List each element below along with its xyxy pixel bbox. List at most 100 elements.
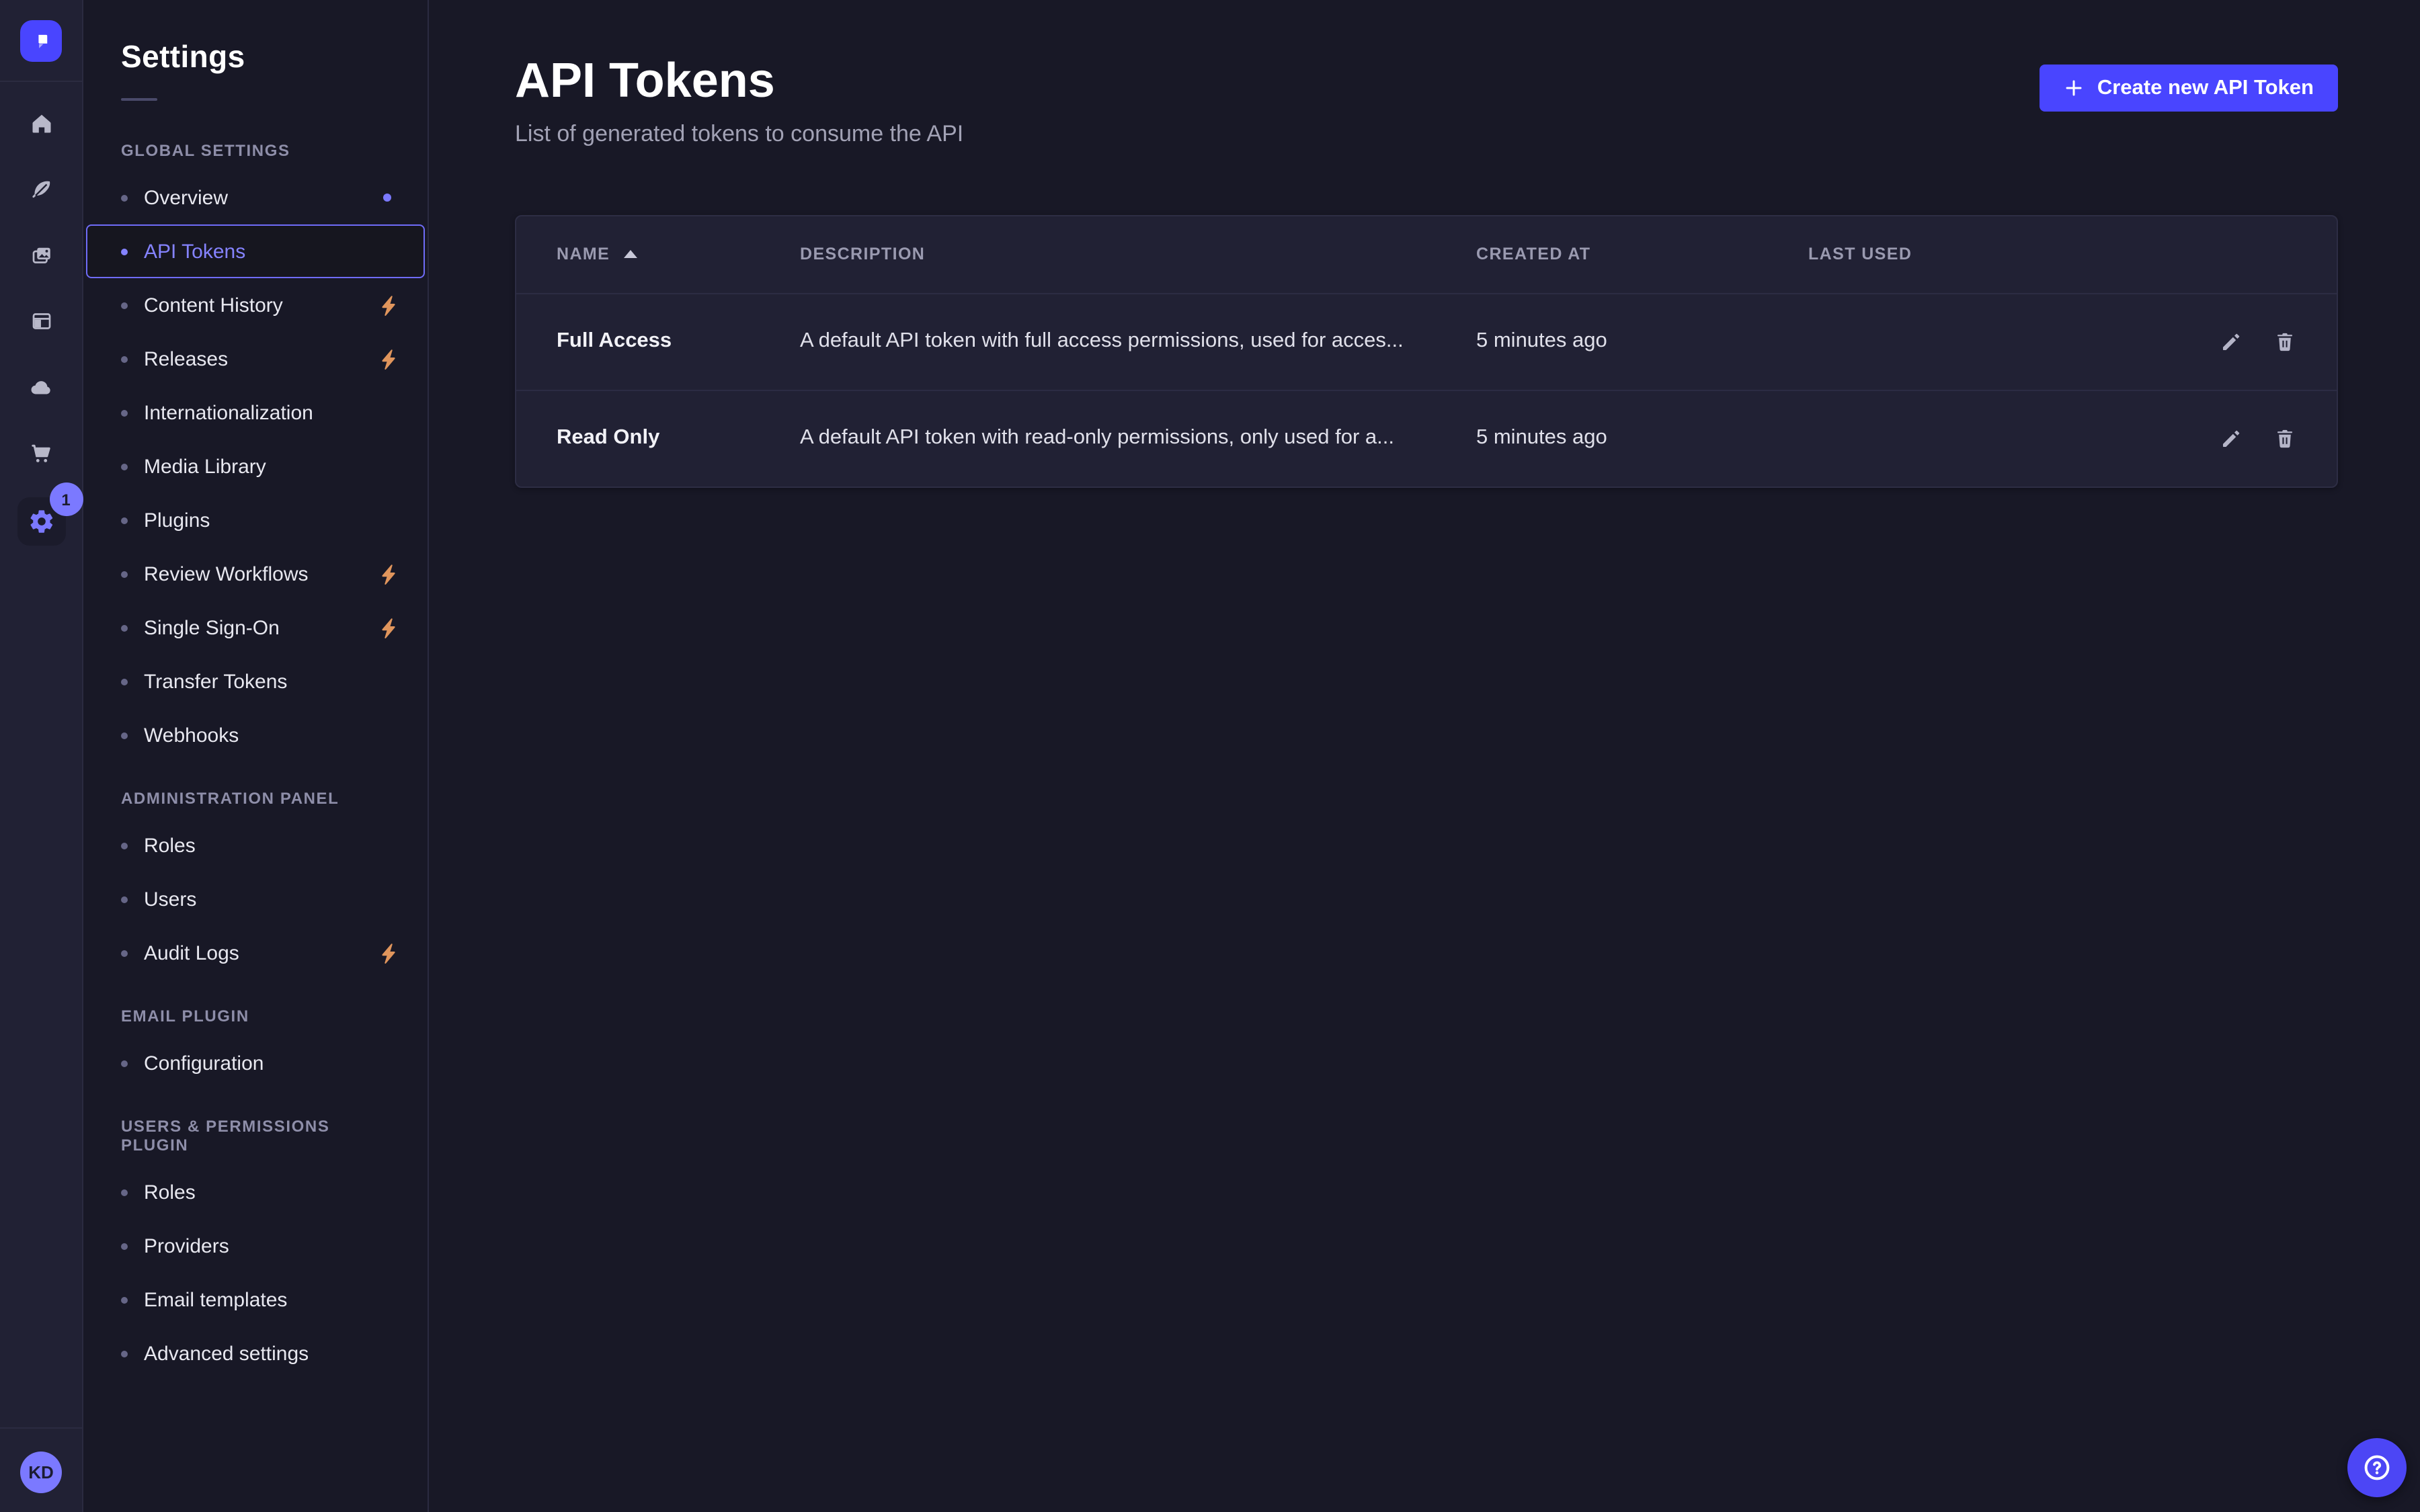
subnav-item-api-tokens[interactable]: API Tokens <box>86 224 425 278</box>
subnav-item-admin-roles[interactable]: Roles <box>83 818 428 872</box>
create-api-token-button[interactable]: Create new API Token <box>2040 65 2338 112</box>
row-actions <box>2181 427 2296 450</box>
marketplace-cart-icon[interactable] <box>29 441 53 465</box>
strapi-logo[interactable] <box>20 20 62 62</box>
subnav-item-email-templates[interactable]: Email templates <box>83 1273 428 1327</box>
content-type-builder-icon[interactable] <box>29 309 53 333</box>
subnav-item-label: Roles <box>144 834 196 857</box>
bullet-icon <box>121 678 128 685</box>
sort-ascending-icon[interactable] <box>623 250 637 258</box>
subnav-item-media-library[interactable]: Media Library <box>83 439 428 493</box>
section-label-administration-panel: ADMINISTRATION PANEL <box>83 789 428 808</box>
subnav-sections: GLOBAL SETTINGS Overview API Tokens Cont… <box>83 114 428 1380</box>
rail-divider-top <box>0 81 82 82</box>
subnav-item-label: Overview <box>144 186 228 209</box>
notification-badge: 1 <box>49 482 83 516</box>
question-mark-icon <box>2361 1452 2393 1484</box>
rail-divider-bottom <box>0 1427 82 1429</box>
subnav-item-providers[interactable]: Providers <box>83 1219 428 1273</box>
main-nav-rail: 1 KD <box>0 0 83 1512</box>
bullet-icon <box>121 896 128 902</box>
subnav-item-webhooks[interactable]: Webhooks <box>83 708 428 762</box>
subnav-item-overview[interactable]: Overview <box>83 171 428 224</box>
subnav-item-label: Advanced settings <box>144 1342 309 1365</box>
token-description: A default API token with full access per… <box>800 329 1476 353</box>
subnav-item-plugins[interactable]: Plugins <box>83 493 428 547</box>
lightning-bolt-icon <box>380 943 398 963</box>
section-label-global-settings: GLOBAL SETTINGS <box>83 141 428 160</box>
subnav-item-releases[interactable]: Releases <box>83 332 428 386</box>
lightning-bolt-icon <box>380 349 398 369</box>
bullet-icon <box>121 1189 128 1195</box>
column-header-last-used: LAST USED <box>1808 245 2181 263</box>
subnav-item-admin-users[interactable]: Users <box>83 872 428 926</box>
home-icon[interactable] <box>29 112 53 136</box>
edit-token-button[interactable] <box>2220 427 2243 450</box>
overview-notification-dot-icon <box>383 194 391 202</box>
token-name: Full Access <box>557 329 800 353</box>
subnav-item-advanced-settings[interactable]: Advanced settings <box>83 1327 428 1380</box>
subnav-item-label: Transfer Tokens <box>144 670 287 693</box>
lightning-bolt-icon <box>380 295 398 315</box>
table-row[interactable]: Read Only A default API token with read-… <box>516 389 2337 486</box>
column-header-name[interactable]: NAME <box>557 245 800 263</box>
lightning-bolt-icon <box>380 618 398 638</box>
edit-token-button[interactable] <box>2220 330 2243 353</box>
subnav-item-label: Audit Logs <box>144 941 239 964</box>
delete-token-button[interactable] <box>2273 330 2296 353</box>
trash-icon <box>2273 427 2296 450</box>
token-name: Read Only <box>557 426 800 450</box>
delete-token-button[interactable] <box>2273 427 2296 450</box>
subnav-item-label: Webhooks <box>144 724 239 747</box>
table-row[interactable]: Full Access A default API token with ful… <box>516 292 2337 389</box>
pencil-icon <box>2220 427 2243 450</box>
subnav-item-label: Content History <box>144 294 283 317</box>
bullet-icon <box>121 1350 128 1357</box>
subnav-title: Settings <box>121 39 395 75</box>
help-button[interactable] <box>2347 1438 2407 1497</box>
subnav-item-label: Review Workflows <box>144 562 309 585</box>
strapi-admin-app: 1 KD Settings GLOBAL SETTINGS Overview A… <box>0 0 2420 1512</box>
section-label-email-plugin: EMAIL PLUGIN <box>83 1007 428 1025</box>
bullet-icon <box>121 517 128 523</box>
bullet-icon <box>121 409 128 416</box>
lightning-bolt-icon <box>380 564 398 584</box>
bullet-icon <box>121 1243 128 1249</box>
cloud-icon[interactable] <box>29 375 53 399</box>
page-subtitle: List of generated tokens to consume the … <box>515 120 963 147</box>
media-library-icon[interactable] <box>29 243 53 267</box>
strapi-logo-icon <box>26 26 56 56</box>
bullet-icon <box>121 1296 128 1303</box>
page-header: API Tokens List of generated tokens to c… <box>515 54 2338 147</box>
row-actions <box>2181 330 2296 353</box>
subnav-item-content-history[interactable]: Content History <box>83 278 428 332</box>
bullet-icon <box>121 355 128 362</box>
subnav-item-single-sign-on[interactable]: Single Sign-On <box>83 601 428 655</box>
settings-nav-button[interactable]: 1 <box>17 497 65 546</box>
subnav-item-internationalization[interactable]: Internationalization <box>83 386 428 439</box>
subnav-item-label: Roles <box>144 1181 196 1204</box>
bullet-icon <box>121 624 128 631</box>
column-header-name-label: NAME <box>557 245 610 263</box>
subnav-item-review-workflows[interactable]: Review Workflows <box>83 547 428 601</box>
subnav-item-label: Media Library <box>144 455 266 478</box>
subnav-item-label: Single Sign-On <box>144 616 280 639</box>
bullet-icon <box>121 194 128 201</box>
subnav-item-label: Users <box>144 888 196 911</box>
subnav-item-email-configuration[interactable]: Configuration <box>83 1036 428 1090</box>
page-header-text: API Tokens List of generated tokens to c… <box>515 54 963 147</box>
subnav-item-label: Internationalization <box>144 401 313 424</box>
token-created-at: 5 minutes ago <box>1476 329 1808 353</box>
subnav-item-audit-logs[interactable]: Audit Logs <box>83 926 428 980</box>
content-manager-feather-icon[interactable] <box>29 177 53 202</box>
subnav-item-label: Releases <box>144 347 228 370</box>
subnav-item-up-roles[interactable]: Roles <box>83 1165 428 1219</box>
bullet-icon <box>121 842 128 849</box>
page-title: API Tokens <box>515 54 963 107</box>
subnav-item-transfer-tokens[interactable]: Transfer Tokens <box>83 655 428 708</box>
subnav-title-rule <box>121 98 157 101</box>
user-avatar[interactable]: KD <box>20 1452 62 1493</box>
subnav-item-label: API Tokens <box>144 240 245 263</box>
settings-subnav: Settings GLOBAL SETTINGS Overview API To… <box>83 0 429 1512</box>
main-content: API Tokens List of generated tokens to c… <box>429 0 2420 1512</box>
